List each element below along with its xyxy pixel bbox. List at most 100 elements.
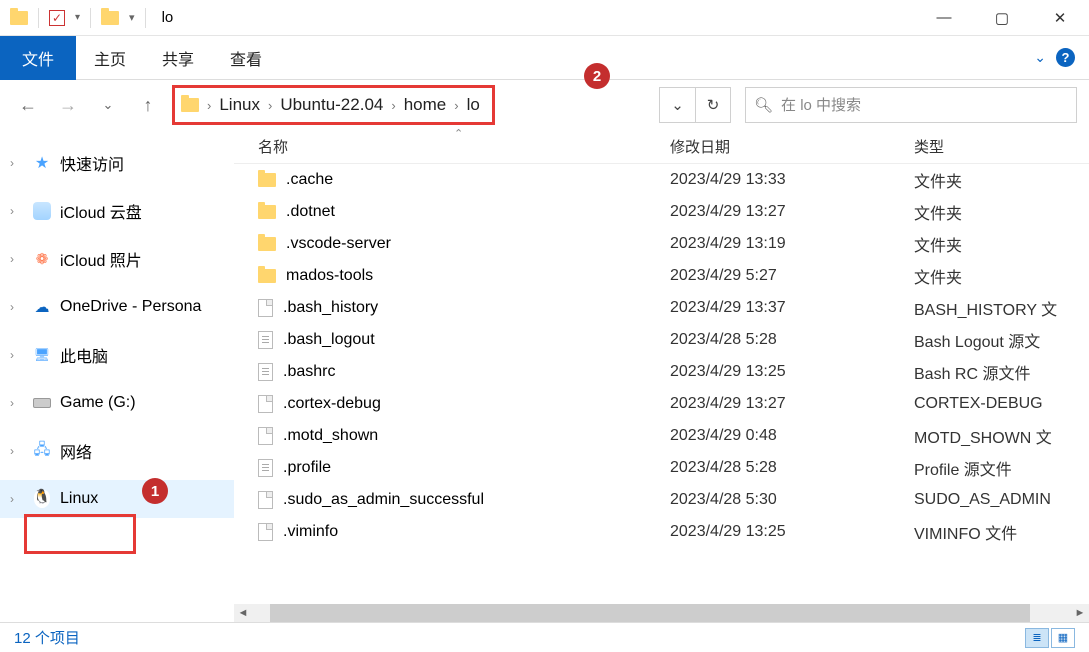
file-date: 2023/4/29 13:37 — [670, 299, 914, 317]
file-name: .motd_shown — [283, 427, 378, 445]
file-name: .vscode-server — [286, 235, 391, 253]
file-type: BASH_HISTORY 文 — [914, 296, 1089, 320]
search-icon: 🔍︎ — [754, 96, 773, 114]
breadcrumb-sep-icon[interactable]: › — [389, 98, 397, 113]
expand-icon[interactable]: › — [10, 444, 24, 458]
file-file-icon — [258, 427, 273, 445]
file-row[interactable]: .cortex-debug2023/4/29 13:27CORTEX-DEBUG — [234, 388, 1089, 420]
file-date: 2023/4/29 0:48 — [670, 427, 914, 445]
back-button[interactable]: ← — [12, 88, 44, 122]
expand-icon[interactable]: › — [10, 252, 24, 266]
this-pc-icon: 🖥 — [32, 346, 52, 364]
ribbon-home-tab[interactable]: 主页 — [76, 36, 144, 80]
file-type: VIMINFO 文件 — [914, 520, 1089, 544]
divider — [90, 8, 91, 28]
view-thumbnails-button[interactable]: ▦ — [1051, 628, 1075, 648]
file-row[interactable]: .dotnet2023/4/29 13:27文件夹 — [234, 196, 1089, 228]
search-input[interactable] — [781, 97, 1068, 114]
breadcrumb-sep-icon[interactable]: › — [452, 98, 460, 113]
file-file-icon — [258, 491, 273, 509]
scroll-thumb[interactable] — [270, 604, 1030, 622]
file-type: Profile 源文件 — [914, 456, 1089, 480]
minimize-button[interactable]: — — [915, 0, 973, 36]
address-dropdown[interactable]: ⌄ — [659, 87, 695, 123]
ribbon-expand-icon[interactable]: ⌄ — [1034, 49, 1046, 66]
file-file-icon — [258, 395, 273, 413]
tree-game-drive[interactable]: › Game (G:) — [0, 384, 234, 422]
forward-button[interactable]: → — [52, 88, 84, 122]
breadcrumb-folder-icon[interactable] — [181, 98, 199, 112]
disk-icon — [33, 398, 51, 408]
ribbon-view-tab[interactable]: 查看 — [212, 36, 280, 80]
file-list: .cache2023/4/29 13:33文件夹.dotnet2023/4/29… — [234, 164, 1089, 604]
item-count: 12 个项目 — [14, 627, 80, 648]
scroll-right-icon[interactable]: ► — [1071, 604, 1089, 622]
view-details-button[interactable]: ≣ — [1025, 628, 1049, 648]
onedrive-icon: ☁ — [32, 298, 52, 316]
sort-asc-icon: ⌃ — [454, 127, 463, 140]
file-row[interactable]: .bash_history2023/4/29 13:37BASH_HISTORY… — [234, 292, 1089, 324]
breadcrumb-sep-icon[interactable]: › — [205, 98, 213, 113]
breadcrumb-item[interactable]: Ubuntu-22.04 — [274, 95, 389, 115]
file-row[interactable]: .viminfo2023/4/29 13:25VIMINFO 文件 — [234, 516, 1089, 548]
horizontal-scrollbar[interactable]: ◄ ► — [234, 604, 1089, 622]
maximize-button[interactable]: ▢ — [973, 0, 1031, 36]
ribbon-share-tab[interactable]: 共享 — [144, 36, 212, 80]
expand-icon[interactable]: › — [10, 156, 24, 170]
network-icon: 🖧 — [32, 442, 52, 460]
annotation-badge-2: 2 — [584, 63, 610, 89]
expand-icon[interactable]: › — [10, 396, 24, 410]
tree-quick-access[interactable]: › ★ 快速访问 — [0, 144, 234, 182]
file-folder-icon — [258, 205, 276, 219]
up-button[interactable]: ↑ — [132, 88, 164, 122]
file-row[interactable]: .sudo_as_admin_successful2023/4/28 5:30S… — [234, 484, 1089, 516]
breadcrumb-highlight: › Linux › Ubuntu-22.04 › home › lo — [172, 85, 495, 125]
qat-folder-icon[interactable] — [101, 11, 119, 25]
file-row[interactable]: mados-tools2023/4/29 5:27文件夹 — [234, 260, 1089, 292]
file-row[interactable]: .bashrc2023/4/29 13:25Bash RC 源文件 — [234, 356, 1089, 388]
ribbon-file-tab[interactable]: 文件 — [0, 36, 76, 80]
expand-icon[interactable]: › — [10, 204, 24, 218]
statusbar: 12 个项目 ≣ ▦ — [0, 622, 1089, 652]
tree-icloud-drive[interactable]: › iCloud 云盘 — [0, 192, 234, 230]
expand-icon[interactable]: › — [10, 348, 24, 362]
tree-label: Game (G:) — [60, 394, 136, 412]
file-type: 文件夹 — [914, 232, 1089, 256]
help-icon[interactable]: ? — [1056, 48, 1075, 67]
file-row[interactable]: .profile2023/4/28 5:28Profile 源文件 — [234, 452, 1089, 484]
columns-header: 名称 ⌃ 修改日期 类型 — [234, 130, 1089, 164]
column-type[interactable]: 类型 — [914, 136, 1089, 157]
close-button[interactable]: ✕ — [1031, 0, 1089, 36]
file-row[interactable]: .motd_shown2023/4/29 0:48MOTD_SHOWN 文 — [234, 420, 1089, 452]
recent-dropdown[interactable]: ⌄ — [92, 88, 124, 122]
file-txt-icon — [258, 363, 273, 381]
expand-icon[interactable]: › — [10, 492, 24, 506]
tree-this-pc[interactable]: › 🖥 此电脑 — [0, 336, 234, 374]
column-modified[interactable]: 修改日期 — [670, 136, 914, 157]
qat-properties-icon[interactable]: ✓ — [49, 10, 65, 26]
file-row[interactable]: .vscode-server2023/4/29 13:19文件夹 — [234, 228, 1089, 260]
tree-label: iCloud 照片 — [60, 247, 142, 271]
scroll-left-icon[interactable]: ◄ — [234, 604, 252, 622]
breadcrumb-item[interactable]: lo — [461, 95, 486, 115]
breadcrumb-sep-icon[interactable]: › — [266, 98, 274, 113]
linux-icon — [32, 490, 52, 508]
qat-dropdown-icon[interactable]: ▾ — [75, 12, 80, 23]
qat-overflow-icon[interactable]: ▾ — [129, 11, 135, 24]
file-date: 2023/4/29 13:27 — [670, 395, 914, 413]
tree-network[interactable]: › 🖧 网络 — [0, 432, 234, 470]
tree-onedrive[interactable]: › ☁ OneDrive - Persona — [0, 288, 234, 326]
tree-icloud-photos[interactable]: › ❁ iCloud 照片 — [0, 240, 234, 278]
column-name[interactable]: 名称 — [234, 136, 670, 157]
file-row[interactable]: .bash_logout2023/4/28 5:28Bash Logout 源文 — [234, 324, 1089, 356]
search-box[interactable]: 🔍︎ — [745, 87, 1077, 123]
tree-label: Linux — [60, 490, 98, 508]
tree-linux[interactable]: › Linux — [0, 480, 234, 518]
refresh-button[interactable]: ↻ — [695, 87, 731, 123]
expand-icon[interactable]: › — [10, 300, 24, 314]
breadcrumb-item[interactable]: Linux — [213, 95, 266, 115]
breadcrumb-item[interactable]: home — [398, 95, 453, 115]
file-row[interactable]: .cache2023/4/29 13:33文件夹 — [234, 164, 1089, 196]
navbar: ← → ⌄ ↑ › Linux › Ubuntu-22.04 › home › … — [0, 80, 1089, 130]
file-type: 文件夹 — [914, 200, 1089, 224]
